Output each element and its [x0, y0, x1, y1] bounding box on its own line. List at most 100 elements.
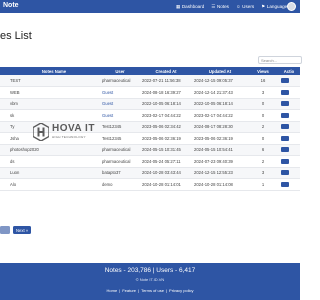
footer-link-terms[interactable]: Terms of use [141, 288, 164, 293]
user-avatar[interactable] [287, 2, 296, 11]
cell-created-at: 2024-05-15 10:31:45 [140, 144, 192, 156]
watermark-subtitle: HIGH TECHNOLOGY [52, 135, 86, 139]
cell-id [0, 75, 8, 87]
cell-user[interactable]: Guest [100, 98, 140, 110]
column-header-created-at[interactable]: Created At [140, 67, 192, 75]
footer-link-home[interactable]: Home [107, 288, 118, 293]
cell-updated-at: 2023-02-17 04:44:22 [192, 109, 248, 122]
cell-updated-at: 2024-12-15 09:05:37 [192, 75, 248, 87]
cell-created-at: 2024-10-28 01:14:01 [140, 178, 192, 191]
nav-dashboard[interactable]: ▦ Dashboard [176, 4, 204, 10]
footer-stats: Notes - 203,786 | Users - 6,417 [104, 267, 196, 274]
table-row: photoshop2020 pharmaceutical 2024-05-15 10… [0, 144, 300, 156]
cell-created-at: 2024-05-24 05:27:11 [140, 155, 192, 168]
cell-updated-at: 2024-10-28 01:14:08 [192, 178, 248, 191]
cell-notes-name: photoshop2020 [8, 144, 100, 156]
cell-created-at: 2023-02-17 04:44:22 [140, 109, 192, 122]
cell-actions [278, 155, 300, 168]
cell-views: 2 [248, 121, 278, 133]
row-action-button[interactable] [281, 170, 289, 176]
nav-notes-label: Notes [216, 4, 229, 9]
footer-separator: | [165, 288, 168, 293]
nav-users[interactable]: ☺ Users [236, 4, 254, 10]
top-navbar: Note ▦ Dashboard ☰ Notes ☺ Users ⚑ Langu… [0, 0, 300, 13]
cell-user: Test12345 [100, 121, 140, 133]
table-row: ds pharmaceutical 2024-05-24 05:27:11 2024-… [0, 155, 300, 168]
cell-updated-at: 2024-12-15 12:55:23 [192, 167, 248, 179]
cell-views: 6 [248, 144, 278, 156]
cell-notes-name: WEB [8, 86, 100, 99]
cell-notes-name: ds [8, 155, 100, 168]
cell-id [0, 178, 8, 191]
column-header-user[interactable]: User [100, 67, 140, 75]
column-header-actions: Actio [283, 68, 295, 74]
brand-logo[interactable]: Note [3, 2, 19, 9]
cell-created-at: 2023-05-06 02:34:42 [140, 121, 192, 133]
cell-views: 16 [248, 75, 278, 87]
footer-link-privacy[interactable]: Privacy policy [169, 288, 193, 293]
dashboard-icon: ▦ [176, 3, 181, 9]
cell-updated-at: 2022-10-05 06:18:14 [192, 98, 248, 110]
pagination: Next » [0, 226, 32, 234]
cell-user: Test12345 [100, 132, 140, 145]
row-action-button[interactable] [281, 112, 289, 118]
cell-actions [278, 167, 300, 179]
nav-users-label: Users [242, 4, 255, 9]
cell-user: pharmaceutical [100, 144, 140, 156]
nav-links: ▦ Dashboard ☰ Notes ☺ Users ⚑ Language ▾ [176, 4, 291, 10]
cell-views: 0 [248, 98, 278, 110]
table-row: TEST pharmaceutical 2022-07-21 11:56:38 202… [0, 75, 300, 87]
cell-user[interactable]: Guest [100, 86, 140, 99]
cell-updated-at: 2023-05-06 02:36:19 [192, 132, 248, 145]
cell-id [0, 132, 8, 145]
users-icon: ☺ [235, 4, 241, 9]
watermark-title: HOVA IT [52, 123, 95, 134]
notes-icon: ☰ [211, 3, 216, 9]
row-action-button[interactable] [281, 147, 289, 153]
column-header-id[interactable] [0, 67, 8, 75]
column-header-notes-name[interactable]: Notes Name [8, 67, 100, 75]
table-row: Luon batapto37 2024-10-28 03:43:44 2024-12-… [0, 167, 300, 179]
row-action-button[interactable] [281, 101, 289, 107]
column-header-updated-at[interactable]: Updated At [192, 67, 248, 75]
footer-link-feature[interactable]: Feature [122, 288, 136, 293]
cell-notes-name: sk [8, 109, 100, 122]
search-input[interactable] [258, 56, 302, 64]
cell-user: batapto37 [100, 167, 140, 179]
cell-id [0, 121, 8, 133]
row-action-button[interactable] [281, 124, 289, 130]
cell-updated-at: 2024-08-17 08:28:30 [192, 121, 248, 133]
column-header-views[interactable]: Views [248, 67, 278, 75]
row-action-button[interactable] [281, 89, 289, 95]
cell-id [0, 167, 8, 179]
nav-dashboard-label: Dashboard [181, 4, 205, 9]
cell-updated-at: 2024-12-14 21:37:43 [192, 86, 248, 99]
cell-created-at: 2022-07-21 11:56:38 [140, 75, 192, 87]
cell-user[interactable]: Guest [100, 109, 140, 122]
row-action-button[interactable] [281, 78, 289, 84]
cell-updated-at: 2024-07-23 09:40:39 [192, 155, 248, 168]
row-action-button[interactable] [281, 158, 289, 164]
footer: Notes - 203,786 | Users - 6,417 © Note I… [0, 263, 300, 300]
cell-views: 3 [248, 86, 278, 99]
cell-id [0, 144, 8, 156]
row-action-button[interactable] [281, 135, 289, 141]
cell-id [0, 86, 8, 99]
next-page-button[interactable]: Next » [13, 226, 32, 234]
cell-user: pharmaceutical [100, 155, 140, 168]
row-action-button[interactable] [281, 181, 289, 187]
cell-user: demo [100, 178, 140, 191]
cell-created-at: 2024-10-28 03:43:44 [140, 167, 192, 179]
footer-links: Home | Feature | Terms of use | Privacy … [0, 288, 300, 293]
cell-created-at: 2024-08-18 16:39:27 [140, 86, 192, 99]
previous-page-button[interactable] [0, 226, 10, 234]
table-row: sk Guest 2023-02-17 04:44:22 2023-02-17 04:… [0, 109, 300, 122]
cell-notes-name: Luon [8, 167, 100, 179]
nav-notes[interactable]: ☰ Notes [211, 4, 229, 10]
hova-logo-icon [33, 123, 49, 141]
table-row: WEB Guest 2024-08-18 16:39:27 2024-12-14 21… [0, 86, 300, 99]
cell-views: 0 [248, 132, 278, 145]
cell-user: pharmaceutical [100, 75, 140, 87]
footer-separator: | [138, 288, 140, 293]
cell-created-at: 2022-10-05 06:18:14 [140, 98, 192, 110]
